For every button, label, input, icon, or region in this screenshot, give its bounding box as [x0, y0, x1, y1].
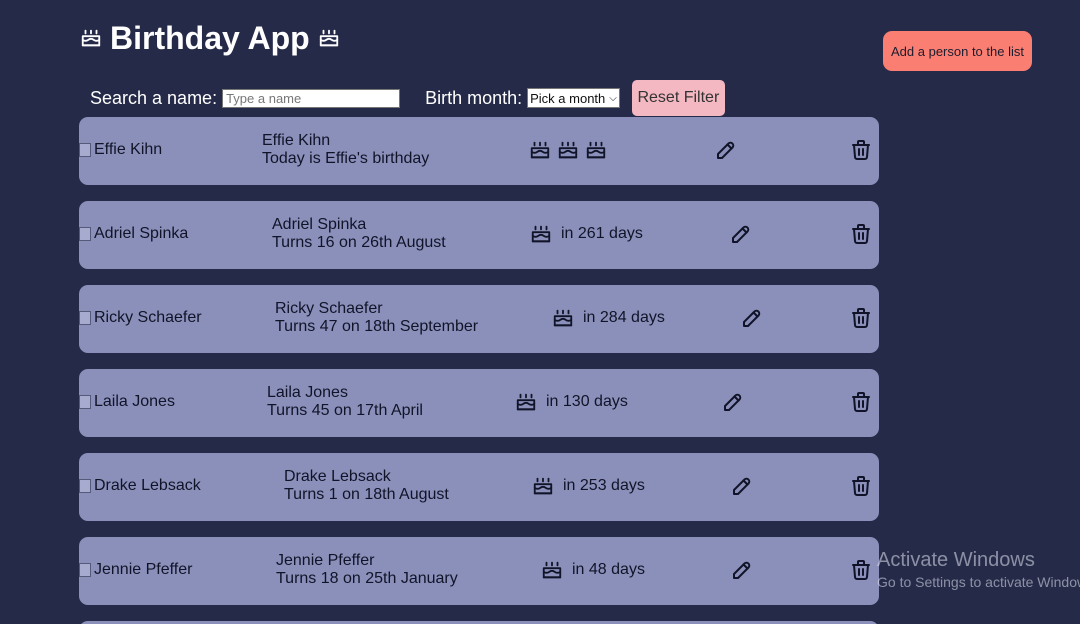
filter-bar: Search a name: Birth month: Pick a month…	[90, 80, 725, 116]
trash-icon[interactable]	[849, 474, 873, 498]
countdown-text: in 130 days	[546, 393, 628, 410]
person-card: Drake Lebsack Drake Lebsack Turns 1 on 1…	[79, 453, 879, 521]
pencil-icon[interactable]	[730, 558, 754, 582]
avatar: Effie Kihn	[79, 141, 162, 159]
person-card: Effie Kihn Effie Kihn Today is Effie's b…	[79, 117, 879, 185]
person-name: Laila Jones	[267, 384, 348, 401]
pencil-icon[interactable]	[721, 390, 745, 414]
broken-image-icon	[79, 227, 91, 241]
page-title-text: Birthday App	[110, 20, 310, 56]
trash-icon[interactable]	[849, 222, 873, 246]
avatar-alt-text: Adriel Spinka	[94, 225, 189, 242]
broken-image-icon	[79, 311, 91, 325]
chevron-down-icon: ⌵	[609, 92, 617, 104]
person-info: Ricky Schaefer Turns 47 on 18th Septembe…	[275, 300, 478, 336]
person-info: Jennie Pfeffer Turns 18 on 25th January	[276, 552, 458, 588]
birthday-app: Birthday App Add a person to the list Se…	[0, 0, 1080, 624]
birthday-countdown: in 130 days	[515, 391, 628, 413]
birthday-countdown: in 284 days	[552, 307, 665, 329]
broken-image-icon	[79, 143, 91, 157]
pencil-icon[interactable]	[740, 306, 764, 330]
birth-month-label: Birth month:	[425, 87, 523, 108]
birthday-cake-icon	[531, 225, 551, 243]
person-info: Effie Kihn Today is Effie's birthday	[262, 132, 429, 168]
avatar-alt-text: Effie Kihn	[94, 141, 163, 158]
birthday-countdown: in 261 days	[530, 223, 643, 245]
person-card: Laila Jones Laila Jones Turns 45 on 17th…	[79, 369, 879, 437]
countdown-text: in 48 days	[572, 561, 645, 578]
birthday-countdown	[529, 139, 607, 161]
search-input[interactable]	[222, 88, 401, 108]
trash-icon[interactable]	[849, 390, 873, 414]
avatar: Adriel Spinka	[79, 225, 188, 243]
broken-image-icon	[79, 395, 91, 409]
birthday-cake-icon	[586, 141, 606, 159]
person-birthday-detail: Turns 18 on 25th January	[276, 570, 458, 587]
trash-icon[interactable]	[849, 306, 873, 330]
person-birthday-detail: Turns 16 on 26th August	[272, 234, 446, 251]
person-info: Drake Lebsack Turns 1 on 18th August	[284, 468, 449, 504]
person-name: Drake Lebsack	[284, 468, 391, 485]
person-name: Jennie Pfeffer	[276, 552, 375, 569]
search-label: Search a name:	[90, 87, 218, 108]
countdown-text: in 284 days	[583, 309, 665, 326]
trash-icon[interactable]	[849, 558, 873, 582]
person-card: Jennie Pfeffer Jennie Pfeffer Turns 18 o…	[79, 537, 879, 605]
person-birthday-detail: Turns 47 on 18th September	[275, 318, 479, 335]
birthday-cake-icon	[80, 27, 102, 49]
person-list: Effie Kihn Effie Kihn Today is Effie's b…	[79, 117, 879, 624]
windows-activation-watermark: Activate Windows Go to Settings to activ…	[877, 548, 1080, 592]
reset-filter-button[interactable]: Reset Filter	[631, 80, 725, 116]
pencil-icon[interactable]	[730, 474, 754, 498]
birthday-cake-icon	[530, 141, 550, 159]
pencil-icon[interactable]	[729, 222, 753, 246]
person-name: Ricky Schaefer	[275, 300, 383, 317]
add-person-button[interactable]: Add a person to the list	[883, 31, 1032, 71]
avatar: Jennie Pfeffer	[79, 561, 192, 579]
person-info: Adriel Spinka Turns 16 on 26th August	[272, 216, 446, 252]
avatar-alt-text: Laila Jones	[94, 393, 175, 410]
person-card: Adriel Spinka Adriel Spinka Turns 16 on …	[79, 201, 879, 269]
person-name: Adriel Spinka	[272, 216, 367, 233]
birth-month-selected: Pick a month	[530, 90, 606, 106]
avatar-alt-text: Ricky Schaefer	[94, 309, 202, 326]
avatar: Drake Lebsack	[79, 477, 201, 495]
birthday-cake-icon	[533, 477, 553, 495]
birthday-cake-icon	[516, 393, 536, 411]
countdown-text: in 261 days	[561, 225, 643, 242]
avatar: Laila Jones	[79, 393, 175, 411]
page-title: Birthday App	[80, 18, 340, 58]
avatar: Ricky Schaefer	[79, 309, 202, 327]
watermark-subtitle: Go to Settings to activate Windows.	[877, 574, 1080, 590]
birthday-cake-icon	[553, 309, 573, 327]
countdown-text: in 253 days	[563, 477, 645, 494]
person-info: Laila Jones Turns 45 on 17th April	[267, 384, 423, 420]
person-birthday-detail: Turns 45 on 17th April	[267, 402, 423, 419]
birthday-countdown: in 48 days	[541, 559, 645, 581]
trash-icon[interactable]	[849, 138, 873, 162]
person-name: Effie Kihn	[262, 132, 331, 149]
birthday-cake-icon	[558, 141, 578, 159]
person-card: Ricky Schaefer Ricky Schaefer Turns 47 o…	[79, 285, 879, 353]
broken-image-icon	[79, 563, 91, 577]
birthday-cake-icon	[318, 27, 340, 49]
person-birthday-detail: Turns 1 on 18th August	[284, 486, 449, 503]
birth-month-select[interactable]: Pick a month ⌵	[527, 88, 620, 108]
person-birthday-detail: Today is Effie's birthday	[262, 150, 430, 167]
avatar-alt-text: Drake Lebsack	[94, 477, 201, 494]
pencil-icon[interactable]	[714, 138, 738, 162]
birthday-countdown: in 253 days	[532, 475, 645, 497]
broken-image-icon	[79, 479, 91, 493]
birthday-cake-icon	[542, 561, 562, 579]
watermark-title: Activate Windows	[877, 549, 1035, 571]
avatar-alt-text: Jennie Pfeffer	[94, 561, 193, 578]
